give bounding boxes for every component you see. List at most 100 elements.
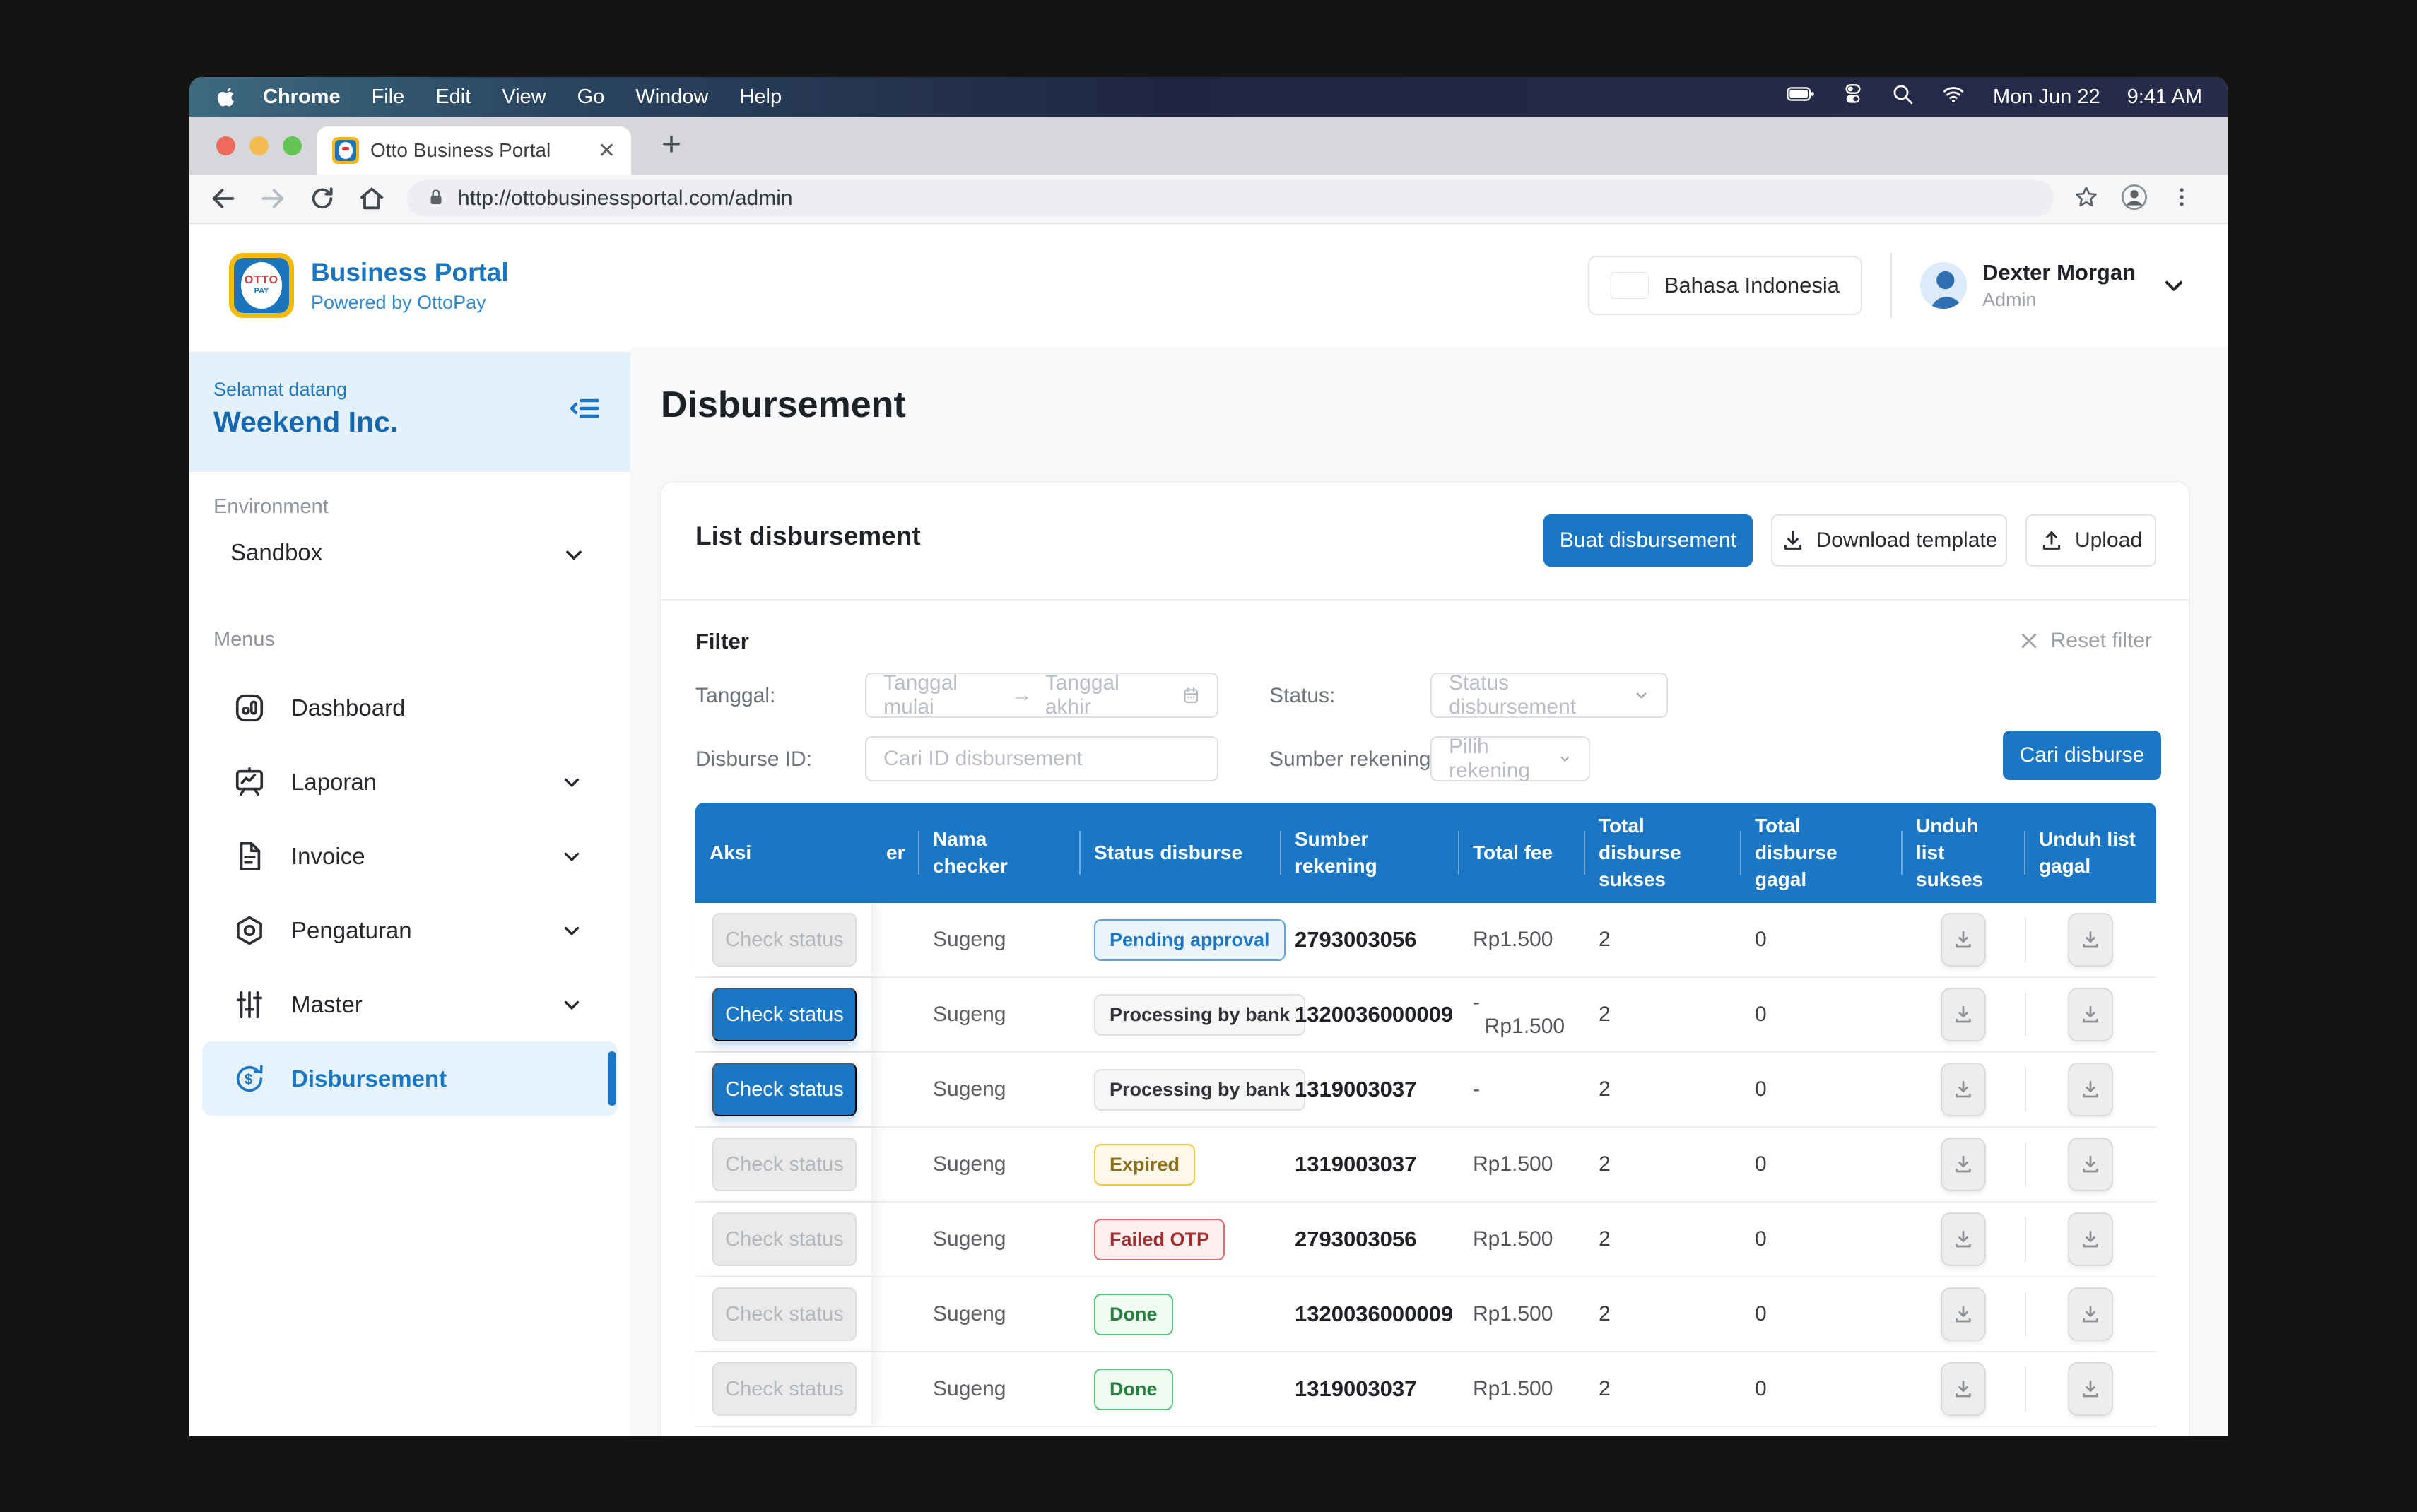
download-template-button[interactable]: Download template: [1771, 514, 2007, 567]
bookmark-star-icon[interactable]: [2074, 184, 2099, 213]
user-avatar[interactable]: [1920, 262, 1967, 309]
rekening-select[interactable]: Pilih rekening: [1430, 736, 1590, 781]
address-bar[interactable]: http://ottobusinessportal.com/admin: [407, 180, 2054, 217]
card-title: List disbursement: [695, 521, 921, 551]
sidebar-item-laporan[interactable]: Laporan: [189, 745, 630, 819]
sidebar-item-invoice[interactable]: Invoice: [189, 819, 630, 893]
total-fee-value: -: [1459, 1077, 1584, 1101]
date-arrow: →: [1011, 683, 1033, 707]
download-icon: [2079, 928, 2102, 951]
download-sukses-button[interactable]: [1941, 1063, 1986, 1116]
upload-button[interactable]: Upload: [2025, 514, 2156, 567]
sidebar-item-master[interactable]: Master: [189, 967, 630, 1041]
reset-filter-button[interactable]: Reset filter: [2018, 629, 2152, 653]
download-gagal-button[interactable]: [2068, 1287, 2113, 1341]
environment-select[interactable]: Sandbox: [230, 539, 322, 566]
create-disbursement-button[interactable]: Buat disbursement: [1543, 514, 1753, 567]
menubar-item-help[interactable]: Help: [739, 85, 782, 109]
brand-subtitle: Powered by OttoPay: [311, 292, 509, 314]
browser-tab[interactable]: Otto Business Portal ✕: [317, 126, 631, 175]
download-gagal-button[interactable]: [2068, 988, 2113, 1041]
status-select[interactable]: Status disbursement: [1430, 673, 1668, 718]
column-total-sukses: Total disburse sukses: [1584, 813, 1741, 892]
forward-icon[interactable]: [259, 184, 287, 213]
status-badge: Pending approval: [1094, 919, 1286, 961]
total-sukses-value: 2: [1584, 1152, 1741, 1176]
table-row: Check status Sugeng Pending approval 279…: [695, 903, 2156, 978]
check-status-button[interactable]: Check status: [712, 913, 857, 967]
wifi-icon[interactable]: [1941, 83, 1966, 111]
welcome-panel: Selamat datang Weekend Inc.: [189, 352, 630, 472]
check-status-button[interactable]: Check status: [712, 1362, 857, 1416]
download-gagal-button[interactable]: [2068, 1212, 2113, 1266]
sidebar-item-dashboard[interactable]: Dashboard: [189, 671, 630, 745]
home-icon[interactable]: [358, 184, 386, 213]
check-status-button[interactable]: Check status: [712, 1212, 857, 1266]
check-status-button[interactable]: Check status: [712, 1287, 857, 1341]
menus-label: Menus: [213, 628, 275, 651]
check-status-button[interactable]: Check status: [712, 1138, 857, 1191]
search-disburse-button[interactable]: Cari disburse: [2003, 731, 2161, 780]
total-gagal-value: 0: [1741, 1003, 1902, 1027]
column-sumber-rekening: Sumber rekening: [1281, 826, 1459, 880]
minimize-window-button[interactable]: [249, 136, 269, 155]
menubar-item-edit[interactable]: Edit: [435, 85, 471, 109]
sidebar-item-pengaturan[interactable]: Pengaturan: [189, 893, 630, 967]
download-gagal-button[interactable]: [2068, 913, 2113, 967]
disburse-id-input[interactable]: [883, 747, 1200, 771]
menubar-item-go[interactable]: Go: [577, 85, 605, 109]
sumber-rekening-value: 2793003056: [1281, 927, 1459, 952]
sumber-rekening-value: 1320036000009: [1281, 1002, 1459, 1027]
download-sukses-button[interactable]: [1941, 913, 1986, 967]
profile-icon[interactable]: [2120, 183, 2148, 215]
sidebar-active-item[interactable]: $ Disbursement: [202, 1041, 618, 1116]
download-gagal-button[interactable]: [2068, 1362, 2113, 1416]
user-role: Admin: [1982, 289, 2136, 311]
total-gagal-value: 0: [1741, 1377, 1902, 1401]
user-menu-chevron-icon[interactable]: [2160, 271, 2188, 300]
disburse-id-label: Disburse ID:: [695, 748, 812, 772]
check-status-button[interactable]: Check status: [712, 1063, 857, 1116]
ottopay-logo: OTTO PAY: [229, 253, 294, 318]
reload-icon[interactable]: [308, 184, 336, 213]
menubar-item-window[interactable]: Window: [635, 85, 708, 109]
company-name: Weekend Inc.: [213, 406, 398, 439]
menubar-item-file[interactable]: File: [372, 85, 405, 109]
download-sukses-button[interactable]: [1941, 1212, 1986, 1266]
download-sukses-button[interactable]: [1941, 988, 1986, 1041]
browser-menu-icon[interactable]: [2170, 185, 2194, 213]
back-icon[interactable]: [209, 184, 237, 213]
lock-icon[interactable]: [425, 187, 447, 211]
download-icon: [2079, 1228, 2102, 1251]
disburse-id-field[interactable]: [865, 736, 1218, 781]
download-gagal-button[interactable]: [2068, 1063, 2113, 1116]
download-sukses-button[interactable]: [1941, 1362, 1986, 1416]
sidebar-collapse-icon[interactable]: [568, 391, 602, 429]
new-tab-button[interactable]: +: [661, 125, 681, 164]
main-content: Disbursement List disbursement Buat disb…: [630, 347, 2228, 1436]
battery-icon[interactable]: [1787, 83, 1815, 110]
sidebar-item-disbursement[interactable]: $ Disbursement: [189, 1041, 630, 1116]
menubar-date: Mon Jun 22: [1993, 85, 2100, 109]
close-window-button[interactable]: [216, 136, 235, 155]
download-sukses-button[interactable]: [1941, 1287, 1986, 1341]
status-badge: Failed OTP: [1094, 1219, 1225, 1260]
date-range-input[interactable]: Tanggal mulai → Tanggal akhir: [865, 673, 1218, 718]
download-gagal-button[interactable]: [2068, 1138, 2113, 1191]
check-status-button[interactable]: Check status: [712, 988, 857, 1041]
zoom-window-button[interactable]: [283, 136, 302, 155]
tab-close-icon[interactable]: ✕: [598, 138, 616, 163]
spotlight-search-icon[interactable]: [1891, 83, 1914, 111]
menubar-item-view[interactable]: View: [502, 85, 546, 109]
total-gagal-value: 0: [1741, 1077, 1902, 1101]
environment-chevron-icon[interactable]: [561, 542, 587, 571]
language-selector-button[interactable]: Bahasa Indonesia: [1588, 256, 1862, 315]
control-center-icon[interactable]: [1842, 83, 1864, 111]
menubar-item-chrome[interactable]: Chrome: [263, 85, 341, 109]
column-status-disburse: Status disburse: [1080, 839, 1281, 866]
table-header: Aksi er Nama checker Status disburse Sum…: [695, 803, 2156, 903]
sumber-rekening-label: Sumber rekening:: [1269, 748, 1437, 772]
download-sukses-button[interactable]: [1941, 1138, 1986, 1191]
apple-icon[interactable]: [216, 86, 237, 107]
url-text: http://ottobusinessportal.com/admin: [458, 187, 793, 211]
